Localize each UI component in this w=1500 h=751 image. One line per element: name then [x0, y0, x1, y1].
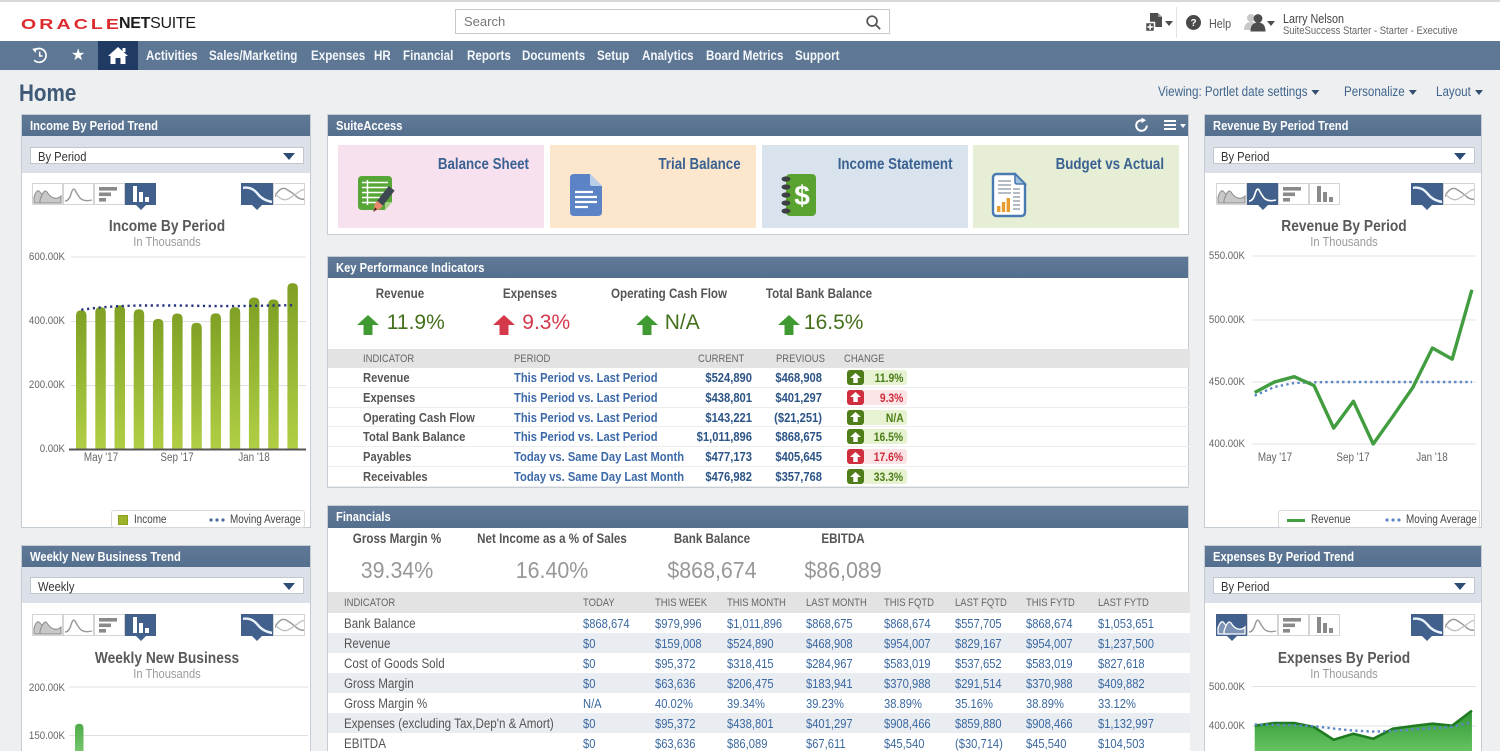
svg-text:?: ? [1190, 18, 1196, 29]
svg-text:$: $ [794, 180, 810, 211]
